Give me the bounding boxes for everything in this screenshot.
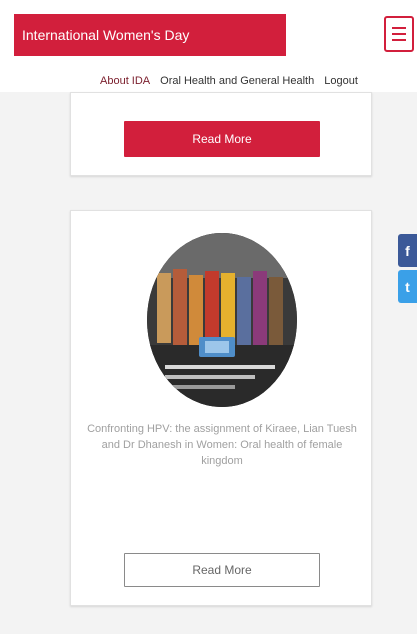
hamburger-menu-icon xyxy=(392,27,406,41)
facebook-icon: f xyxy=(405,242,410,259)
circular-event-photo[interactable] xyxy=(147,233,297,407)
news-card: Read More xyxy=(70,92,372,176)
news-card: Confronting HPV: the assignment of Kirae… xyxy=(70,210,372,606)
nav-link-logout[interactable]: Logout xyxy=(324,75,358,87)
page: International Women's Day About IDA Oral… xyxy=(0,0,417,634)
news-caption: Confronting HPV: the assignment of Kirae… xyxy=(87,423,357,467)
event-photo-illustration xyxy=(147,233,297,407)
site-title-banner[interactable]: International Women's Day xyxy=(14,14,286,56)
twitter-share-button[interactable]: t xyxy=(398,270,417,303)
read-more-button[interactable]: Read More xyxy=(124,121,320,157)
menu-button[interactable] xyxy=(384,16,414,52)
header: International Women's Day About IDA Oral… xyxy=(0,0,417,92)
facebook-share-button[interactable]: f xyxy=(398,234,417,267)
top-nav: About IDA Oral Health and General Health… xyxy=(100,72,417,90)
twitter-icon: t xyxy=(405,278,410,295)
nav-link-about-ida[interactable]: About IDA xyxy=(100,75,150,87)
read-more-button[interactable]: Read More xyxy=(124,553,320,587)
nav-link-oral-health[interactable]: Oral Health and General Health xyxy=(160,75,314,87)
